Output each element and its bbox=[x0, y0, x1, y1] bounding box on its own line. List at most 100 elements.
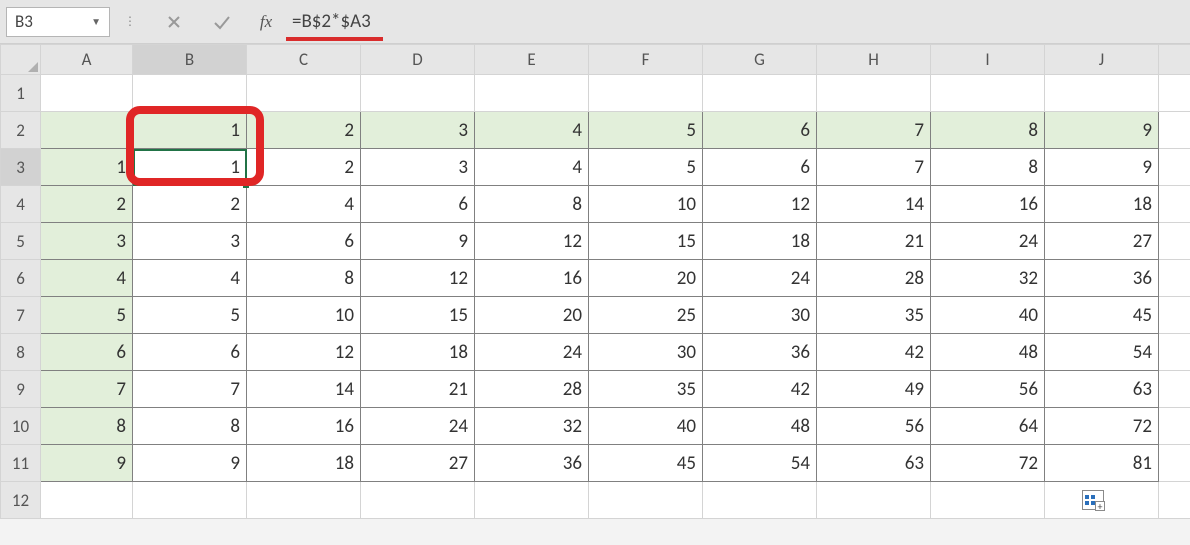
cell-I4[interactable]: 16 bbox=[931, 186, 1045, 223]
cell-H1[interactable] bbox=[817, 75, 931, 112]
cell-H3[interactable]: 7 bbox=[817, 149, 931, 186]
cell-E4[interactable]: 8 bbox=[475, 186, 589, 223]
cell-I10[interactable]: 64 bbox=[931, 408, 1045, 445]
row-header-12[interactable]: 12 bbox=[1, 482, 41, 519]
cell-G4[interactable]: 12 bbox=[703, 186, 817, 223]
cell-D8[interactable]: 18 bbox=[361, 334, 475, 371]
cell-G8[interactable]: 36 bbox=[703, 334, 817, 371]
row-header-5[interactable]: 5 bbox=[1, 223, 41, 260]
cell-B6[interactable]: 4 bbox=[133, 260, 247, 297]
cell-K10[interactable] bbox=[1159, 408, 1190, 445]
cell-H7[interactable]: 35 bbox=[817, 297, 931, 334]
col-header-F[interactable]: F bbox=[589, 45, 703, 75]
cell-K2[interactable] bbox=[1159, 112, 1190, 149]
col-header-I[interactable]: I bbox=[931, 45, 1045, 75]
cell-J2[interactable]: 9 bbox=[1045, 112, 1159, 149]
cell-A10[interactable]: 8 bbox=[41, 408, 133, 445]
row-header-10[interactable]: 10 bbox=[1, 408, 41, 445]
cell-F11[interactable]: 45 bbox=[589, 445, 703, 482]
cell-J1[interactable] bbox=[1045, 75, 1159, 112]
row-header-3[interactable]: 3 bbox=[1, 149, 41, 186]
cell-I2[interactable]: 8 bbox=[931, 112, 1045, 149]
cell-C4[interactable]: 4 bbox=[247, 186, 361, 223]
cell-J11[interactable]: 81 bbox=[1045, 445, 1159, 482]
cell-I1[interactable] bbox=[931, 75, 1045, 112]
col-header-K[interactable]: K bbox=[1159, 45, 1190, 75]
cell-H6[interactable]: 28 bbox=[817, 260, 931, 297]
cell-D12[interactable] bbox=[361, 482, 475, 519]
cell-J10[interactable]: 72 bbox=[1045, 408, 1159, 445]
cell-I5[interactable]: 24 bbox=[931, 223, 1045, 260]
cell-B5[interactable]: 3 bbox=[133, 223, 247, 260]
cell-B2[interactable]: 1 bbox=[133, 112, 247, 149]
row-header-6[interactable]: 6 bbox=[1, 260, 41, 297]
cell-H2[interactable]: 7 bbox=[817, 112, 931, 149]
cell-D6[interactable]: 12 bbox=[361, 260, 475, 297]
cell-I11[interactable]: 72 bbox=[931, 445, 1045, 482]
name-box[interactable]: B3 ▼ bbox=[6, 7, 110, 37]
enter-button[interactable] bbox=[198, 7, 246, 37]
cell-B4[interactable]: 2 bbox=[133, 186, 247, 223]
cell-B3[interactable]: 1 bbox=[133, 149, 247, 186]
col-header-H[interactable]: H bbox=[817, 45, 931, 75]
cell-A4[interactable]: 2 bbox=[41, 186, 133, 223]
cell-C3[interactable]: 2 bbox=[247, 149, 361, 186]
cell-C11[interactable]: 18 bbox=[247, 445, 361, 482]
cancel-button[interactable] bbox=[150, 7, 198, 37]
cell-E7[interactable]: 20 bbox=[475, 297, 589, 334]
cell-B7[interactable]: 5 bbox=[133, 297, 247, 334]
cell-J5[interactable]: 27 bbox=[1045, 223, 1159, 260]
cell-F1[interactable] bbox=[589, 75, 703, 112]
cell-F6[interactable]: 20 bbox=[589, 260, 703, 297]
fx-icon[interactable]: fx bbox=[246, 12, 286, 32]
cell-C5[interactable]: 6 bbox=[247, 223, 361, 260]
cell-F9[interactable]: 35 bbox=[589, 371, 703, 408]
cell-E12[interactable] bbox=[475, 482, 589, 519]
cell-B1[interactable] bbox=[133, 75, 247, 112]
cell-K7[interactable] bbox=[1159, 297, 1190, 334]
cell-A7[interactable]: 5 bbox=[41, 297, 133, 334]
cell-J7[interactable]: 45 bbox=[1045, 297, 1159, 334]
cell-I7[interactable]: 40 bbox=[931, 297, 1045, 334]
cell-D5[interactable]: 9 bbox=[361, 223, 475, 260]
cell-K12[interactable] bbox=[1159, 482, 1190, 519]
cell-D4[interactable]: 6 bbox=[361, 186, 475, 223]
cell-G5[interactable]: 18 bbox=[703, 223, 817, 260]
cell-C7[interactable]: 10 bbox=[247, 297, 361, 334]
cell-J3[interactable]: 9 bbox=[1045, 149, 1159, 186]
cell-G11[interactable]: 54 bbox=[703, 445, 817, 482]
cell-C9[interactable]: 14 bbox=[247, 371, 361, 408]
cell-H9[interactable]: 49 bbox=[817, 371, 931, 408]
cell-H11[interactable]: 63 bbox=[817, 445, 931, 482]
cell-F4[interactable]: 10 bbox=[589, 186, 703, 223]
cell-G6[interactable]: 24 bbox=[703, 260, 817, 297]
cell-H5[interactable]: 21 bbox=[817, 223, 931, 260]
cell-G2[interactable]: 6 bbox=[703, 112, 817, 149]
cell-D10[interactable]: 24 bbox=[361, 408, 475, 445]
cell-A3[interactable]: 1 bbox=[41, 149, 133, 186]
cell-E10[interactable]: 32 bbox=[475, 408, 589, 445]
cell-E9[interactable]: 28 bbox=[475, 371, 589, 408]
cell-I3[interactable]: 8 bbox=[931, 149, 1045, 186]
cell-A12[interactable] bbox=[41, 482, 133, 519]
row-header-8[interactable]: 8 bbox=[1, 334, 41, 371]
worksheet-grid[interactable]: A B C D E F G H I J K 121234567893112345… bbox=[0, 44, 1190, 519]
autofill-options-icon[interactable]: + bbox=[1082, 490, 1104, 510]
cell-A6[interactable]: 4 bbox=[41, 260, 133, 297]
row-header-7[interactable]: 7 bbox=[1, 297, 41, 334]
cell-I6[interactable]: 32 bbox=[931, 260, 1045, 297]
row-header-1[interactable]: 1 bbox=[1, 75, 41, 112]
cell-G3[interactable]: 6 bbox=[703, 149, 817, 186]
cell-C6[interactable]: 8 bbox=[247, 260, 361, 297]
row-header-2[interactable]: 2 bbox=[1, 112, 41, 149]
cell-E3[interactable]: 4 bbox=[475, 149, 589, 186]
col-header-C[interactable]: C bbox=[247, 45, 361, 75]
cell-B12[interactable] bbox=[133, 482, 247, 519]
cell-E5[interactable]: 12 bbox=[475, 223, 589, 260]
cell-K1[interactable] bbox=[1159, 75, 1190, 112]
cell-C8[interactable]: 12 bbox=[247, 334, 361, 371]
cell-E2[interactable]: 4 bbox=[475, 112, 589, 149]
cell-E1[interactable] bbox=[475, 75, 589, 112]
cell-F8[interactable]: 30 bbox=[589, 334, 703, 371]
cell-I8[interactable]: 48 bbox=[931, 334, 1045, 371]
